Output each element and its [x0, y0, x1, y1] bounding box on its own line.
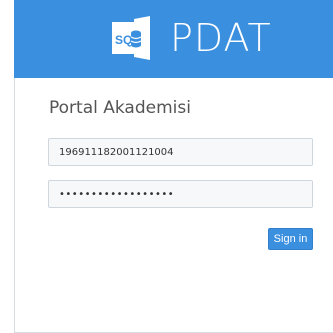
app-header: SQL PDAT	[14, 0, 333, 78]
username-input[interactable]	[48, 138, 313, 166]
sql-database-logo-icon: SQL	[104, 15, 162, 61]
app-title: PDAT	[170, 16, 272, 60]
login-panel: Portal Akademisi Sign in	[14, 78, 333, 333]
left-edge	[0, 0, 14, 333]
password-input[interactable]	[48, 180, 313, 208]
login-title: Portal Akademisi	[49, 98, 191, 118]
sign-in-button[interactable]: Sign in	[268, 228, 313, 250]
login-page: SQL PDAT Portal Akademisi Sign in	[0, 0, 333, 333]
brand: SQL PDAT	[104, 10, 272, 66]
